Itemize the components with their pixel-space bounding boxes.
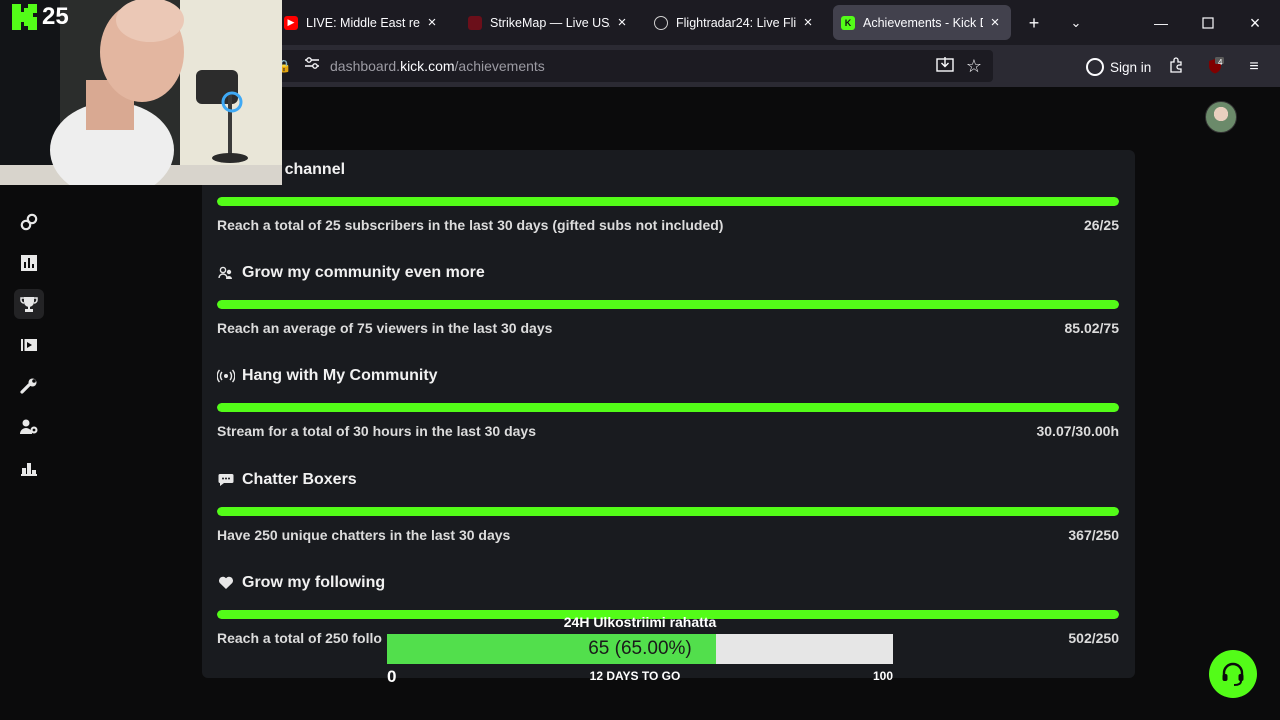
tab-strikemap[interactable]: StrikeMap — Live US/Is × [460, 5, 638, 40]
achievement-item: etize my channel Reach a total of 25 sub… [217, 159, 1119, 239]
sidebar-item-links[interactable] [14, 207, 44, 237]
achievement-item: Grow my community even more Reach an ave… [217, 262, 1119, 342]
close-window-icon[interactable]: × [1242, 10, 1268, 36]
achievement-description: Reach an average of 75 viewers in the la… [217, 320, 553, 336]
minimize-icon[interactable]: — [1148, 10, 1174, 36]
goal-min-label: 0 [387, 667, 397, 686]
goal-value-text: 65 (65.00%) [588, 638, 692, 659]
install-app-icon[interactable] [935, 56, 955, 76]
sidebar-item-creator-program[interactable] [14, 453, 44, 483]
flightradar-icon [654, 15, 668, 30]
broadcast-icon [217, 367, 235, 385]
achievement-title: Grow my following [217, 572, 385, 594]
extensions-puzzle-icon[interactable] [1166, 57, 1186, 77]
achievement-description: Have 250 unique chatters in the last 30 … [217, 527, 511, 543]
achievement-value: 26/25 [1083, 217, 1119, 233]
achievement-title: Grow my community even more [217, 262, 485, 284]
sidebar-item-achievements[interactable] [14, 289, 44, 319]
close-tab-icon[interactable]: × [424, 14, 440, 31]
sidebar-item-analytics[interactable] [14, 248, 44, 278]
screen: ▶ LIVE: Middle East real-t × StrikeMap —… [0, 0, 1280, 720]
close-tab-icon[interactable]: × [987, 14, 1003, 31]
user-settings-icon [20, 419, 38, 434]
kick-follower-count: 25 [42, 3, 69, 30]
list-tabs-chevron-icon[interactable]: ⌄ [1063, 10, 1089, 36]
sign-in-button[interactable]: Sign in [1080, 52, 1159, 82]
account-icon [1086, 58, 1104, 76]
tab-youtube-live[interactable]: ▶ LIVE: Middle East real-t × [276, 5, 448, 40]
address-bar[interactable]: 🔒 dashboard.kick.com/achievements ☆ [268, 50, 993, 82]
achievement-progress-fill [217, 403, 1119, 412]
users-icon [217, 264, 235, 282]
achievement-value: 502/250 [1068, 630, 1119, 646]
achievement-item: Chatter Boxers Have 250 unique chatters … [217, 469, 1119, 549]
chat-icon [217, 471, 235, 489]
achievement-progress-fill [217, 507, 1119, 516]
close-tab-icon[interactable]: × [800, 14, 816, 31]
youtube-icon: ▶ [284, 15, 298, 30]
achievement-progress-fill [217, 197, 1119, 206]
achievement-value: 367/250 [1068, 527, 1119, 543]
podium-icon [21, 463, 37, 476]
achievement-value: 30.07/30.00h [1036, 423, 1119, 439]
bookmark-star-icon[interactable]: ☆ [964, 56, 984, 76]
goal-days-left: 12 DAYS TO GO [589, 669, 681, 683]
new-tab-plus-icon[interactable]: + [1021, 10, 1047, 36]
strikemap-icon [468, 15, 482, 30]
achievement-progress-bar [217, 197, 1119, 206]
support-chat-button[interactable] [1209, 650, 1257, 698]
tab-flightradar[interactable]: Flightradar24: Live Fligh × [646, 5, 824, 40]
kick-icon: K [841, 15, 855, 30]
achievement-progress-bar [217, 507, 1119, 516]
sidebar-item-videos[interactable] [14, 330, 44, 360]
user-avatar[interactable] [1205, 101, 1237, 133]
close-tab-icon[interactable]: × [614, 14, 630, 31]
goal-max-label: 100 [873, 669, 894, 683]
heart-icon [217, 574, 235, 592]
headset-icon [1222, 662, 1244, 686]
video-library-icon [21, 339, 37, 351]
ublock-extension-icon[interactable]: 4 [1205, 57, 1225, 77]
wrench-icon [20, 378, 37, 394]
bar-chart-icon [21, 255, 37, 271]
achievement-description: Stream for a total of 30 hours in the la… [217, 423, 536, 439]
tab-achievements[interactable]: K Achievements - Kick Da × [833, 5, 1011, 40]
achievement-description: Reach a total of 250 follo [217, 630, 382, 646]
achievement-title: Chatter Boxers [217, 469, 357, 491]
achievement-progress-bar [217, 300, 1119, 309]
achievement-progress-fill [217, 300, 1119, 309]
achievement-title: Hang with My Community [217, 365, 438, 387]
url-text: dashboard.kick.com/achievements [330, 58, 545, 74]
goal-progress-bar: 65 (65.00%) [387, 634, 893, 664]
menu-hamburger-icon[interactable]: ≡ [1244, 57, 1264, 77]
maximize-icon[interactable] [1195, 10, 1221, 36]
sidebar-item-tools[interactable] [14, 371, 44, 401]
link-icon [20, 213, 38, 231]
site-permissions-icon[interactable] [302, 56, 322, 76]
trophy-icon [20, 297, 38, 312]
achievement-description: Reach a total of 25 subscribers in the l… [217, 217, 724, 233]
achievement-progress-bar [217, 403, 1119, 412]
goal-title: 24H Ulkostriimi rahatta [563, 614, 717, 630]
achievement-value: 85.02/75 [1064, 320, 1120, 336]
achievement-item: Hang with My Community Stream for a tota… [217, 365, 1119, 445]
sidebar-item-community[interactable] [14, 412, 44, 442]
kick-logo-icon [12, 4, 37, 30]
